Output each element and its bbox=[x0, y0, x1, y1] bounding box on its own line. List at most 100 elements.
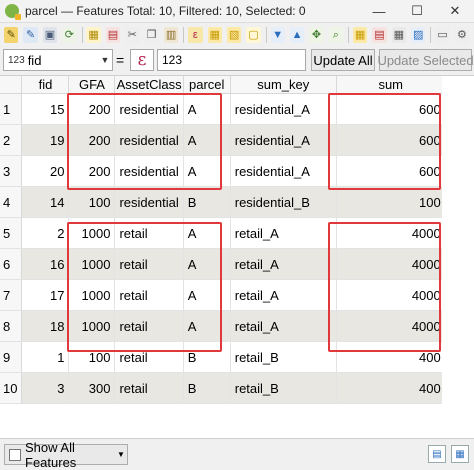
cell-assetclass[interactable]: residential bbox=[114, 93, 184, 125]
cell-parcel[interactable]: B bbox=[183, 341, 231, 373]
cell-sum-key[interactable]: residential_A bbox=[230, 155, 337, 187]
table-row[interactable]: 1 15 200 residential Aresidential_A 600 bbox=[0, 93, 446, 125]
cell-fid[interactable]: 20 bbox=[21, 155, 70, 187]
cell-assetclass[interactable]: retail bbox=[114, 372, 184, 404]
cell-sum-key[interactable]: retail_A bbox=[230, 279, 337, 311]
cell-parcel[interactable]: A bbox=[183, 155, 231, 187]
cell-sum-key[interactable]: retail_B bbox=[230, 341, 337, 373]
cell-assetclass[interactable]: residential bbox=[114, 124, 184, 156]
cell-gfa[interactable]: 1000 bbox=[68, 310, 116, 342]
cell-fid[interactable]: 2 bbox=[21, 217, 70, 249]
delete-feature-icon[interactable]: ▤ bbox=[105, 27, 121, 43]
cell-fid[interactable]: 16 bbox=[21, 248, 70, 280]
cell-sum[interactable]: 600 bbox=[336, 124, 446, 156]
cell-sum-key[interactable]: retail_B bbox=[230, 372, 337, 404]
new-field-icon[interactable]: ▦ bbox=[352, 27, 368, 43]
cell-assetclass[interactable]: residential bbox=[114, 186, 184, 218]
cell-parcel[interactable]: A bbox=[183, 279, 231, 311]
corner-header[interactable] bbox=[0, 76, 23, 94]
column-header-parcel[interactable]: parcel bbox=[183, 76, 231, 94]
expression-builder-button[interactable]: ε bbox=[130, 49, 154, 71]
table-row[interactable]: 9 1 100 retail Bretail_B 400 bbox=[0, 341, 446, 373]
multi-edit-icon[interactable]: ✎ bbox=[23, 27, 38, 43]
field-select[interactable]: 123 fid ▼ bbox=[3, 49, 113, 71]
cell-gfa[interactable]: 200 bbox=[68, 93, 116, 125]
pan-to-selected-icon[interactable]: ✥ bbox=[309, 27, 324, 43]
reload-icon[interactable]: ⟳ bbox=[62, 27, 77, 43]
cell-sum-key[interactable]: residential_B bbox=[230, 186, 337, 218]
conditional-formatting-icon[interactable]: ▨ bbox=[411, 27, 426, 43]
cell-gfa[interactable]: 1000 bbox=[68, 279, 116, 311]
row-header[interactable]: 5 bbox=[0, 217, 23, 249]
cell-parcel[interactable]: A bbox=[183, 93, 231, 125]
update-all-button[interactable]: Update All bbox=[311, 49, 375, 71]
zoom-to-selected-icon[interactable]: ⌕ bbox=[328, 27, 344, 43]
cell-parcel[interactable]: A bbox=[183, 248, 231, 280]
cell-gfa[interactable]: 200 bbox=[68, 155, 116, 187]
cell-assetclass[interactable]: residential bbox=[114, 155, 184, 187]
cell-fid[interactable]: 18 bbox=[21, 310, 70, 342]
cell-assetclass[interactable]: retail bbox=[114, 341, 184, 373]
cell-parcel[interactable]: A bbox=[183, 217, 231, 249]
cell-sum[interactable]: 4000 bbox=[336, 217, 446, 249]
filter-icon[interactable]: ▼ bbox=[270, 27, 285, 43]
add-feature-icon[interactable]: ▦ bbox=[86, 27, 101, 43]
cell-gfa[interactable]: 100 bbox=[68, 186, 116, 218]
table-row[interactable]: 4 14 100 residential Bresidential_B 100 bbox=[0, 186, 446, 218]
minimize-button[interactable]: — bbox=[360, 0, 398, 22]
actions-icon[interactable]: ⚙ bbox=[454, 27, 470, 43]
move-selection-top-icon[interactable]: ▲ bbox=[289, 27, 305, 43]
cell-fid[interactable]: 17 bbox=[21, 279, 70, 311]
copy-icon[interactable]: ❐ bbox=[144, 27, 159, 43]
cell-parcel[interactable]: A bbox=[183, 124, 231, 156]
column-header-fid[interactable]: fid bbox=[21, 76, 70, 94]
cell-assetclass[interactable]: retail bbox=[114, 279, 184, 311]
save-edits-icon[interactable]: ▣ bbox=[42, 27, 58, 43]
table-view-button[interactable]: ▤ bbox=[428, 445, 446, 463]
toggle-editing-icon[interactable]: ✎ bbox=[4, 27, 19, 43]
cell-parcel[interactable]: A bbox=[183, 310, 231, 342]
cell-gfa[interactable]: 200 bbox=[68, 124, 116, 156]
cell-assetclass[interactable]: retail bbox=[114, 248, 184, 280]
expression-input[interactable]: 123 bbox=[157, 49, 306, 71]
cell-sum[interactable]: 4000 bbox=[336, 279, 446, 311]
select-all-icon[interactable]: ▦ bbox=[207, 27, 222, 43]
paste-icon[interactable]: ▥ bbox=[163, 27, 179, 43]
maximize-button[interactable]: ☐ bbox=[398, 0, 436, 22]
cell-assetclass[interactable]: retail bbox=[114, 217, 184, 249]
cell-sum-key[interactable]: residential_A bbox=[230, 124, 337, 156]
cell-sum[interactable]: 400 bbox=[336, 341, 446, 373]
column-header-assetclass[interactable]: AssetClass bbox=[114, 76, 184, 94]
cell-sum-key[interactable]: residential_A bbox=[230, 93, 337, 125]
column-header-sum[interactable]: sum bbox=[336, 76, 446, 94]
row-header[interactable]: 10 bbox=[0, 372, 23, 404]
cell-fid[interactable]: 14 bbox=[21, 186, 70, 218]
cut-icon[interactable]: ✂ bbox=[125, 27, 140, 43]
table-row[interactable]: 2 19 200 residential Aresidential_A 600 bbox=[0, 124, 446, 156]
cell-fid[interactable]: 19 bbox=[21, 124, 70, 156]
invert-selection-icon[interactable]: ▧ bbox=[226, 27, 242, 43]
column-header-sum-key[interactable]: sum_key bbox=[230, 76, 337, 94]
table-row[interactable]: 8 18 1000 retail Aretail_A 4000 bbox=[0, 310, 446, 342]
row-header[interactable]: 8 bbox=[0, 310, 23, 342]
cell-sum-key[interactable]: retail_A bbox=[230, 217, 337, 249]
table-row[interactable]: 5 2 1000 retail Aretail_A 4000 bbox=[0, 217, 446, 249]
cell-fid[interactable]: 3 bbox=[21, 372, 70, 404]
delete-field-icon[interactable]: ▤ bbox=[372, 27, 387, 43]
cell-sum-key[interactable]: retail_A bbox=[230, 310, 337, 342]
cell-sum[interactable]: 4000 bbox=[336, 248, 446, 280]
cell-gfa[interactable]: 100 bbox=[68, 341, 116, 373]
table-row[interactable]: 10 3 300 retail Bretail_B 400 bbox=[0, 372, 446, 404]
cell-sum[interactable]: 4000 bbox=[336, 310, 446, 342]
select-expression-icon[interactable]: ε bbox=[188, 27, 203, 43]
cell-sum-key[interactable]: retail_A bbox=[230, 248, 337, 280]
cell-assetclass[interactable]: retail bbox=[114, 310, 184, 342]
show-all-features-dropdown[interactable]: Show All Features ▼ bbox=[4, 440, 128, 470]
cell-parcel[interactable]: B bbox=[183, 372, 231, 404]
cell-gfa[interactable]: 1000 bbox=[68, 217, 116, 249]
cell-sum[interactable]: 400 bbox=[336, 372, 446, 404]
row-header[interactable]: 9 bbox=[0, 341, 23, 373]
cell-sum[interactable]: 100 bbox=[336, 186, 446, 218]
update-selected-button[interactable]: Update Selected bbox=[377, 49, 474, 71]
table-row[interactable]: 6 16 1000 retail Aretail_A 4000 bbox=[0, 248, 446, 280]
